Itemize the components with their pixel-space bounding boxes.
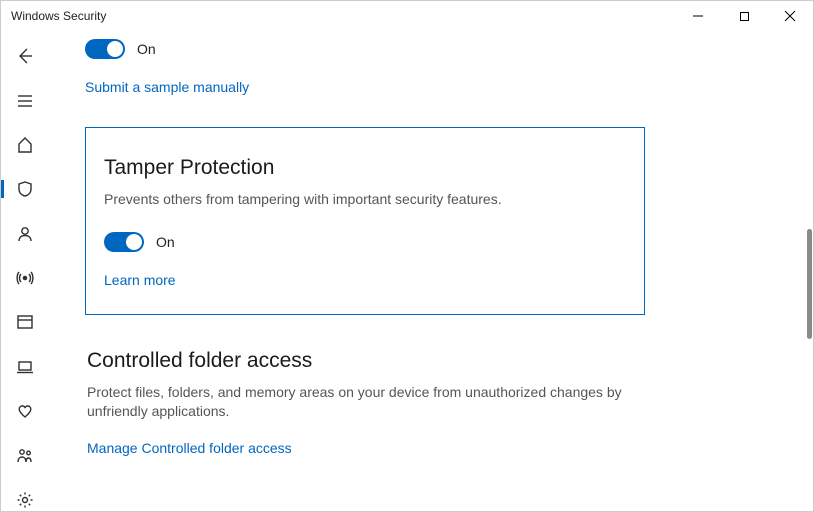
window-icon <box>16 313 34 331</box>
nav-settings[interactable] <box>1 489 49 511</box>
back-button[interactable] <box>1 45 49 67</box>
close-icon <box>784 10 796 22</box>
family-icon <box>16 446 34 464</box>
broadcast-icon <box>16 269 34 287</box>
tamper-toggle[interactable] <box>104 232 144 252</box>
arrow-left-icon <box>16 47 34 65</box>
window-title: Windows Security <box>9 9 106 23</box>
nav-device-security[interactable] <box>1 356 49 378</box>
nav-account-protection[interactable] <box>1 222 49 244</box>
tamper-toggle-label: On <box>156 234 175 250</box>
titlebar: Windows Security <box>1 1 813 31</box>
submit-sample-link[interactable]: Submit a sample manually <box>85 79 249 95</box>
window-body: On Submit a sample manually Tamper Prote… <box>1 31 813 511</box>
menu-button[interactable] <box>1 89 49 111</box>
minimize-icon <box>692 10 704 22</box>
heart-icon <box>16 402 34 420</box>
cfa-description: Protect files, folders, and memory areas… <box>87 383 645 422</box>
cfa-manage-link[interactable]: Manage Controlled folder access <box>87 440 292 456</box>
tamper-description: Prevents others from tampering with impo… <box>104 190 626 210</box>
toggle-knob <box>107 41 123 57</box>
cloud-protection-toggle-row: On <box>85 39 645 59</box>
nav-app-browser[interactable] <box>1 311 49 333</box>
cloud-protection-toggle-label: On <box>137 41 156 57</box>
maximize-icon <box>739 11 750 22</box>
content-inner: On Submit a sample manually Tamper Prote… <box>85 39 645 458</box>
nav-rail <box>1 31 49 511</box>
shield-icon <box>16 180 34 198</box>
minimize-button[interactable] <box>675 1 721 31</box>
nav-device-performance[interactable] <box>1 400 49 422</box>
window: Windows Security <box>0 0 814 512</box>
tamper-protection-section: Tamper Protection Prevents others from t… <box>85 127 645 315</box>
toggle-knob <box>126 234 142 250</box>
tamper-heading: Tamper Protection <box>104 156 626 180</box>
scrollbar-thumb[interactable] <box>807 229 812 339</box>
window-controls <box>675 1 813 31</box>
nav-family-options[interactable] <box>1 444 49 466</box>
laptop-icon <box>16 358 34 376</box>
close-button[interactable] <box>767 1 813 31</box>
nav-home[interactable] <box>1 134 49 156</box>
tamper-learn-more-link[interactable]: Learn more <box>104 272 176 288</box>
maximize-button[interactable] <box>721 1 767 31</box>
user-icon <box>16 225 34 243</box>
content-area: On Submit a sample manually Tamper Prote… <box>49 31 813 511</box>
cloud-protection-toggle[interactable] <box>85 39 125 59</box>
home-icon <box>16 136 34 154</box>
nav-virus-protection[interactable] <box>1 178 49 200</box>
controlled-folder-section: Controlled folder access Protect files, … <box>85 349 645 458</box>
tamper-toggle-row: On <box>104 232 626 252</box>
hamburger-icon <box>16 92 34 110</box>
cfa-heading: Controlled folder access <box>87 349 645 373</box>
nav-firewall[interactable] <box>1 267 49 289</box>
gear-icon <box>16 491 34 509</box>
